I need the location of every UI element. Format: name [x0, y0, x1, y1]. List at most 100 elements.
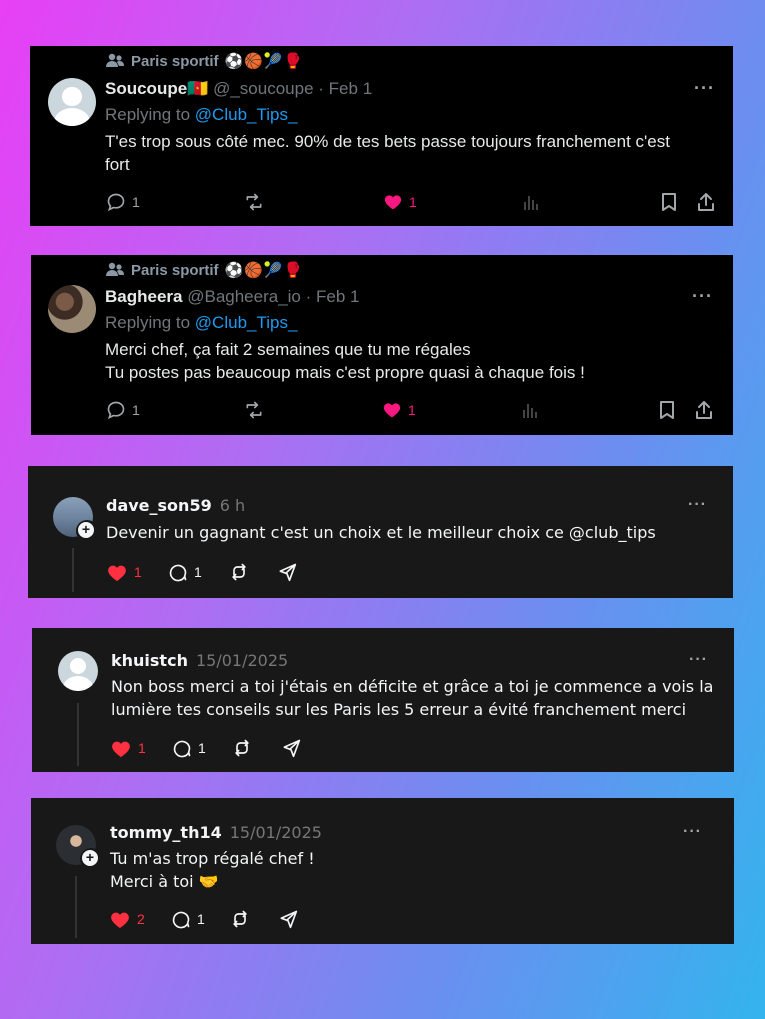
- replying-to: Replying to @Club_Tips_: [105, 105, 297, 125]
- more-icon[interactable]: ···: [694, 78, 715, 99]
- handle[interactable]: @_soucoupe: [213, 79, 313, 98]
- comment-icon: [173, 740, 191, 758]
- comment-count: 1: [198, 740, 206, 756]
- community-icon: [106, 53, 124, 67]
- separator: ·: [305, 287, 312, 306]
- flag-emoji: 🇨🇲: [187, 79, 209, 98]
- community-emojis: ⚽🏀🎾🥊: [224, 262, 304, 279]
- more-icon[interactable]: ···: [692, 286, 713, 307]
- thread-header: dave_son59 6 h: [106, 496, 245, 516]
- timestamp: 15/01/2025: [195, 651, 289, 670]
- follow-plus-button[interactable]: +: [80, 848, 102, 870]
- thread-card-tommy[interactable]: + tommy_th14 15/01/2025 ··· Tu m'as trop …: [31, 798, 734, 944]
- views-button[interactable]: [521, 400, 539, 420]
- views-icon: [523, 404, 537, 418]
- username[interactable]: tommy_th14: [110, 823, 222, 842]
- send-button[interactable]: [277, 562, 297, 582]
- reply-count: 1: [132, 194, 140, 210]
- send-icon: [279, 563, 297, 582]
- heart-filled-icon: [112, 741, 130, 758]
- heart-filled-icon: [384, 195, 402, 210]
- retweet-icon: [246, 193, 262, 211]
- timestamp: 6 h: [219, 496, 246, 515]
- send-button[interactable]: [278, 909, 298, 929]
- comment-count: 1: [197, 911, 205, 927]
- tweet-text-line: T'es trop sous côté mec. 90% de tes bets…: [105, 132, 670, 151]
- plus-icon: +: [78, 522, 94, 538]
- bookmark-button[interactable]: [660, 192, 678, 212]
- thread-card-khuistch[interactable]: khuistch 15/01/2025 ··· Non boss merci a …: [32, 628, 734, 772]
- username[interactable]: dave_son59: [106, 496, 212, 515]
- bookmark-button[interactable]: [658, 400, 676, 420]
- send-button[interactable]: [281, 738, 301, 758]
- thread-card-dave[interactable]: + dave_son59 6 h ··· Devenir un gagnant c…: [28, 466, 733, 598]
- reply-button[interactable]: 1: [106, 400, 140, 420]
- username[interactable]: khuistch: [111, 651, 188, 670]
- tweet-card-bagheera[interactable]: Paris sportif ⚽🏀🎾🥊 Bagheera @Bagheera_io…: [31, 255, 733, 435]
- more-icon[interactable]: ···: [688, 496, 707, 514]
- tweet-card-soucoupe[interactable]: Paris sportif ⚽🏀🎾🥊 Soucoupe🇨🇲 @_soucoupe…: [30, 46, 733, 226]
- community-emojis: ⚽🏀🎾🥊: [224, 53, 304, 70]
- tweet-text-line: Tu postes pas beaucoup mais c'est propre…: [105, 363, 585, 382]
- avatar[interactable]: [48, 78, 96, 126]
- thread-text: Devenir un gagnant c'est un choix et le …: [106, 521, 706, 544]
- timestamp[interactable]: Feb 1: [329, 79, 372, 98]
- retweet-button[interactable]: [243, 400, 265, 420]
- share-icon: [698, 193, 714, 211]
- display-name[interactable]: Soucoupe: [105, 79, 187, 98]
- community-label[interactable]: Paris sportif ⚽🏀🎾🥊: [105, 261, 303, 279]
- comment-button[interactable]: 1: [171, 909, 205, 929]
- timestamp[interactable]: Feb 1: [316, 287, 359, 306]
- reply-icon: [107, 401, 125, 420]
- comment-icon: [169, 564, 187, 582]
- reply-button[interactable]: 1: [106, 192, 140, 212]
- repost-button[interactable]: [230, 909, 250, 929]
- thread-text: Tu m'as trop régalé chef ! Merci à toi 🤝: [110, 847, 710, 893]
- repost-icon: [235, 739, 249, 757]
- display-name[interactable]: Bagheera: [105, 287, 182, 306]
- handle[interactable]: @Bagheera_io: [187, 287, 301, 306]
- retweet-button[interactable]: [243, 192, 265, 212]
- repost-icon: [233, 910, 247, 928]
- comment-count: 1: [194, 564, 202, 580]
- like-count: 2: [137, 911, 145, 927]
- thread-header: khuistch 15/01/2025: [111, 651, 288, 671]
- retweet-icon: [246, 401, 262, 419]
- like-button[interactable]: 1: [110, 738, 146, 758]
- replying-label: Replying to: [105, 313, 191, 332]
- replying-to-link[interactable]: @Club_Tips_: [195, 105, 298, 124]
- more-icon[interactable]: ···: [689, 651, 708, 669]
- reply-count: 1: [132, 402, 140, 418]
- tweet-text: T'es trop sous côté mec. 90% de tes bets…: [105, 130, 720, 176]
- like-button[interactable]: 1: [106, 562, 142, 582]
- comment-button[interactable]: 1: [168, 562, 202, 582]
- avatar[interactable]: [58, 651, 98, 691]
- like-button[interactable]: 2: [109, 909, 145, 929]
- share-button[interactable]: [694, 400, 714, 420]
- community-name: Paris sportif: [131, 52, 219, 70]
- avatar[interactable]: [48, 285, 96, 333]
- send-icon: [283, 739, 301, 758]
- heart-filled-icon: [111, 912, 129, 929]
- replying-to-link[interactable]: @Club_Tips_: [195, 313, 298, 332]
- tweet-header: Bagheera @Bagheera_io · Feb 1: [105, 287, 360, 307]
- like-button[interactable]: 1: [382, 400, 416, 420]
- send-icon: [280, 910, 298, 929]
- community-label[interactable]: Paris sportif ⚽🏀🎾🥊: [105, 52, 303, 70]
- like-count: 1: [409, 194, 417, 210]
- thread-line: [72, 548, 74, 592]
- thread-text-line: Devenir un gagnant c'est un choix et le …: [106, 523, 656, 542]
- more-icon[interactable]: ···: [683, 823, 702, 841]
- thread-line: [77, 703, 79, 766]
- follow-plus-button[interactable]: +: [76, 520, 98, 542]
- repost-button[interactable]: [232, 738, 252, 758]
- share-button[interactable]: [696, 192, 716, 212]
- comment-button[interactable]: 1: [172, 738, 206, 758]
- plus-icon: +: [82, 850, 98, 866]
- repost-button[interactable]: [229, 562, 249, 582]
- views-button[interactable]: [522, 192, 540, 212]
- bookmark-icon: [660, 401, 674, 419]
- thread-text-line: lumière tes conseils sur les Paris les 5…: [111, 700, 687, 719]
- like-button[interactable]: 1: [383, 192, 417, 212]
- replying-to: Replying to @Club_Tips_: [105, 313, 297, 333]
